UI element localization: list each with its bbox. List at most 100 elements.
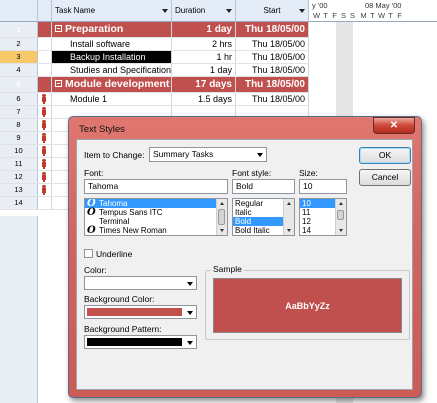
row-number[interactable]: 14 (0, 197, 38, 209)
chevron-down-icon[interactable] (162, 9, 168, 13)
item-to-change-select[interactable]: Summary Tasks (149, 147, 267, 162)
scroll-thumb[interactable] (218, 209, 225, 225)
list-item[interactable]: Terminal (85, 217, 227, 226)
task-name-cell[interactable]: Module development (52, 77, 172, 92)
list-item[interactable]: O Tempus Sans ITC (85, 208, 227, 218)
color-select[interactable] (84, 276, 197, 290)
scroll-thumb[interactable] (337, 210, 344, 220)
duration-cell[interactable]: 1 day (172, 64, 236, 76)
task-name-text: Studies and Specifications (70, 65, 172, 75)
collapse-icon[interactable] (55, 25, 62, 32)
dialog-titlebar[interactable]: Text Styles ✕ (69, 117, 421, 139)
resource-person-icon (41, 133, 47, 143)
indicator-cell (38, 22, 52, 37)
column-header-duration[interactable]: Duration (172, 0, 236, 22)
size-input[interactable]: 10 (299, 179, 347, 194)
background-color-select[interactable] (84, 305, 197, 319)
row-number[interactable]: 7 (0, 106, 38, 118)
row-number[interactable]: 1 (0, 22, 38, 37)
task-name-cell[interactable]: Backup Installation (52, 51, 172, 63)
font-input[interactable]: Tahoma (84, 179, 228, 194)
sample-text: AaBbYyZz (285, 301, 330, 311)
task-name-cell[interactable]: Studies and Specifications (52, 64, 172, 76)
row-number[interactable]: 8 (0, 119, 38, 131)
cancel-button[interactable]: Cancel (359, 169, 411, 186)
gantt-timescale: y '00 08 May '00 WTFSS MTWTF (309, 0, 437, 22)
row-number[interactable]: 3 (0, 51, 38, 63)
font-style-input-value: Bold (236, 181, 254, 191)
scroll-down-icon[interactable] (220, 229, 224, 232)
task-name-cell[interactable]: Module 1 (52, 93, 172, 105)
row-number[interactable]: 13 (0, 184, 38, 196)
start-cell[interactable]: Thu 18/05/00 (236, 22, 309, 37)
scroll-up-icon[interactable] (339, 202, 343, 205)
chevron-down-icon[interactable] (257, 153, 263, 157)
row-number[interactable]: 10 (0, 145, 38, 157)
table-row[interactable]: 3 Backup Installation 1 hr Thu 18/05/00 (0, 51, 309, 64)
start-cell[interactable]: Thu 18/05/00 (236, 64, 309, 76)
row-number[interactable]: 4 (0, 64, 38, 76)
background-pattern-label: Background Pattern: (84, 324, 162, 334)
timescale-week-2: 08 May '00 (365, 1, 402, 10)
row-number-header[interactable] (0, 0, 38, 22)
font-list[interactable]: O Tahoma O Tempus Sans ITC Terminal O Times Ne… (84, 198, 228, 236)
scroll-up-icon[interactable] (287, 202, 291, 205)
resource-person-icon (41, 146, 47, 156)
row-number[interactable]: 5 (0, 77, 38, 92)
font-style-input[interactable]: Bold (232, 179, 295, 194)
resource-person-icon (41, 172, 47, 182)
table-row[interactable]: 1 Preparation 1 day Thu 18/05/00 (0, 22, 309, 38)
scroll-down-icon[interactable] (339, 229, 343, 232)
close-button[interactable]: ✕ (373, 117, 415, 134)
list-item[interactable]: O Tahoma (85, 199, 227, 209)
row-number[interactable]: 6 (0, 93, 38, 105)
chevron-down-icon[interactable] (187, 282, 193, 286)
start-cell[interactable]: Thu 18/05/00 (236, 51, 309, 63)
ok-button-label: OK (378, 150, 392, 160)
background-pattern-select[interactable] (84, 335, 197, 349)
background-color-swatch (87, 308, 182, 316)
task-name-cell[interactable]: Preparation (52, 22, 172, 37)
timescale-days-1: WTFSS (312, 11, 355, 20)
color-label: Color: (84, 265, 107, 275)
chevron-down-icon[interactable] (187, 341, 193, 345)
task-name-cell[interactable]: Install software (52, 38, 172, 50)
list-item[interactable]: O Times New Roman (85, 226, 227, 236)
row-number[interactable]: 11 (0, 158, 38, 170)
table-row[interactable]: 4 Studies and Specifications 1 day Thu 18/0… (0, 64, 309, 77)
task-name-text: Preparation (65, 23, 124, 35)
table-row[interactable]: 6 Module 1 1.5 days Thu 18/05/00 (0, 93, 309, 106)
chevron-down-icon[interactable] (187, 311, 193, 315)
scroll-up-icon[interactable] (220, 202, 224, 205)
table-row[interactable]: 2 Install software 2 hrs Thu 18/05/00 (0, 38, 309, 51)
duration-cell[interactable]: 1 hr (172, 51, 236, 63)
chevron-down-icon[interactable] (299, 9, 305, 13)
size-list[interactable]: 10 11 12 14 (299, 198, 347, 236)
scroll-down-icon[interactable] (287, 229, 291, 232)
row-number[interactable]: 9 (0, 132, 38, 144)
font-style-list-scrollbar[interactable] (283, 199, 294, 235)
chevron-down-icon[interactable] (226, 9, 232, 13)
duration-cell[interactable]: 17 days (172, 77, 236, 92)
duration-cell[interactable]: 1 day (172, 22, 236, 37)
start-cell[interactable]: Thu 18/05/00 (236, 77, 309, 92)
duration-cell[interactable]: 2 hrs (172, 38, 236, 50)
collapse-icon[interactable] (55, 80, 62, 87)
column-header-start[interactable]: Start (236, 0, 309, 22)
underline-checkbox[interactable] (84, 249, 93, 258)
row-number[interactable]: 12 (0, 171, 38, 183)
row-number[interactable]: 2 (0, 38, 38, 50)
duration-cell[interactable]: 1.5 days (172, 93, 236, 105)
start-cell[interactable]: Thu 18/05/00 (236, 93, 309, 105)
indicator-cell (38, 119, 52, 131)
resource-person-icon (41, 159, 47, 169)
table-row[interactable]: 5 Module development 17 days Thu 18/05/00 (0, 77, 309, 93)
font-style-list[interactable]: Regular Italic Bold Bold Italic (232, 198, 295, 236)
ok-button[interactable]: OK (359, 147, 411, 164)
size-list-scrollbar[interactable] (335, 199, 346, 235)
text-styles-dialog: Text Styles ✕ Item to Change: Summary Ta… (68, 116, 422, 398)
indicators-header[interactable]: i (38, 0, 88, 22)
start-cell[interactable]: Thu 18/05/00 (236, 38, 309, 50)
font-list-scrollbar[interactable] (216, 199, 227, 235)
column-header-task-name[interactable]: Task Name (52, 0, 172, 22)
